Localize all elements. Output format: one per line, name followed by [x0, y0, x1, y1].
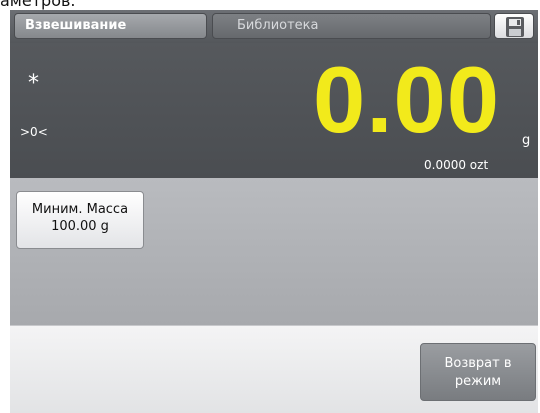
- clipped-header-text: аметров.: [0, 0, 540, 10]
- tab-library[interactable]: Библиотека: [212, 13, 491, 39]
- tab-library-label: Библиотека: [237, 18, 319, 33]
- min-mass-value: 100.00 g: [51, 219, 109, 234]
- save-button[interactable]: [494, 13, 534, 39]
- tab-weighing-label: Взвешивание: [25, 18, 127, 33]
- work-area: Миним. Масса 100.00 g: [10, 178, 538, 325]
- clipped-header-text-content: аметров.: [0, 0, 76, 10]
- app-frame: Взвешивание Библиотека * >0< 0.00 g 0.00…: [10, 10, 538, 413]
- zero-indicator: >0<: [20, 125, 48, 139]
- stability-indicator: *: [28, 71, 39, 96]
- weight-display: * >0< 0.00 g 0.0000 ozt: [10, 43, 538, 178]
- return-button-line1: Возврат в: [444, 356, 512, 371]
- floppy-disk-icon: [506, 17, 524, 37]
- secondary-reading: 0.0000 ozt: [424, 158, 489, 172]
- return-button-line2: режим: [454, 374, 502, 389]
- weight-reading: 0.00: [313, 47, 500, 152]
- return-to-mode-button[interactable]: Возврат в режим: [420, 343, 536, 401]
- tab-bar: Взвешивание Библиотека: [10, 10, 538, 43]
- weight-unit: g: [522, 133, 531, 148]
- tab-weighing[interactable]: Взвешивание: [14, 13, 207, 39]
- footer-bar: Возврат в режим: [10, 325, 538, 413]
- min-mass-button[interactable]: Миним. Масса 100.00 g: [16, 191, 144, 249]
- min-mass-label: Миним. Масса: [31, 202, 129, 217]
